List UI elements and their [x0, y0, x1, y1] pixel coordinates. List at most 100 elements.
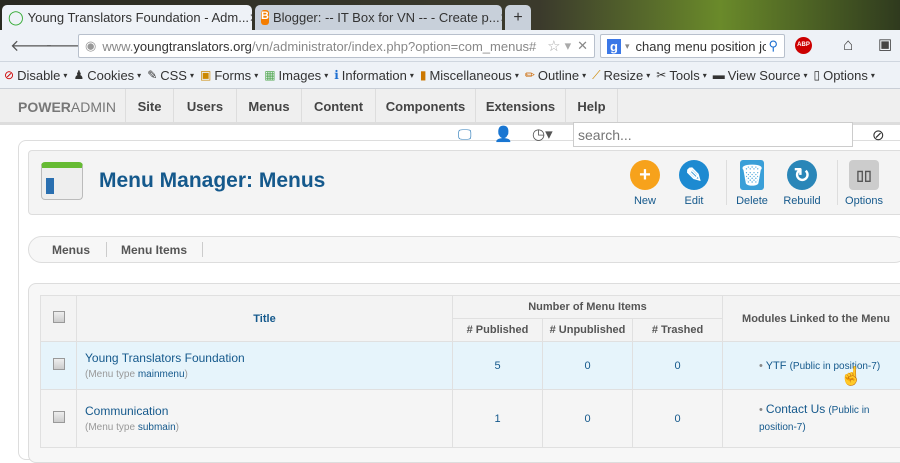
new-tab-button[interactable]: +	[505, 5, 531, 30]
tools-icon: ✂	[656, 68, 666, 82]
trashed-header: # Trashed	[633, 319, 723, 342]
search-input[interactable]: chang menu position jc	[635, 39, 766, 54]
url-domain: youngtranslators.org	[133, 39, 252, 54]
subnav-menu-items[interactable]: Menu Items	[121, 243, 187, 257]
cookie-icon: ♟	[73, 68, 84, 82]
toolbar-outline[interactable]: ✏Outline▾	[525, 68, 586, 83]
module-info: (Public in position-7)	[790, 361, 881, 372]
delete-button[interactable]: 🗑 Delete	[727, 160, 777, 207]
monitor-icon[interactable]: 🖵	[458, 126, 472, 143]
label: Disable	[17, 68, 60, 83]
menu-site[interactable]: Site	[125, 89, 173, 123]
logo-text: POWER	[18, 99, 71, 115]
trashed-count-link[interactable]: 0	[674, 413, 680, 425]
select-all-checkbox[interactable]	[53, 311, 65, 323]
url-path: /vn/administrator/index.php?option=com_m…	[252, 39, 536, 54]
options-icon: ▯▯	[849, 160, 879, 190]
menu-title-link[interactable]: Young Translators Foundation	[85, 351, 245, 365]
plus-icon: +	[630, 160, 660, 190]
toolbar-view-source[interactable]: ▬View Source▾	[713, 68, 808, 83]
source-icon: ▬	[713, 68, 725, 82]
label: New	[634, 195, 656, 207]
user-icon[interactable]: 👤	[494, 125, 513, 143]
toolbar-resize[interactable]: ⟋Resize▾	[592, 68, 650, 83]
module-name: YTF	[766, 360, 787, 372]
images-icon: ▦	[264, 68, 275, 82]
star-icon[interactable]: ☆	[547, 37, 560, 55]
blogger-icon: B	[261, 10, 269, 25]
title-header[interactable]: Title	[77, 296, 453, 342]
dropdown-icon[interactable]: ▾	[565, 38, 572, 54]
search-icon[interactable]: ⚲	[768, 38, 778, 54]
close-icon[interactable]: ✕	[500, 11, 502, 25]
toolbar-images[interactable]: ▦Images▾	[264, 68, 328, 83]
bookmark-icon[interactable]: ▣	[878, 35, 892, 53]
toolbar-cookies[interactable]: ♟Cookies▾	[73, 68, 141, 83]
published-count-link[interactable]: 5	[494, 360, 500, 372]
ruler-icon: ⟋	[592, 68, 600, 83]
label: Edit	[685, 195, 704, 207]
close-icon[interactable]: ✕	[249, 11, 252, 25]
label: Information	[342, 68, 407, 83]
page-title: Menu Manager: Menus	[99, 169, 325, 193]
hand-cursor-icon: ☝	[840, 366, 862, 387]
toolbar-forms[interactable]: ▣Forms▾	[200, 68, 258, 83]
menu-help[interactable]: Help	[565, 89, 618, 123]
toolbar-information[interactable]: ℹInformation▾	[334, 68, 414, 83]
dropdown-icon: ▾	[582, 71, 586, 80]
unpublished-count-link[interactable]: 0	[584, 360, 590, 372]
select-all-cell	[41, 296, 77, 342]
toolbar-disable[interactable]: ⊘Disable▾	[4, 68, 67, 83]
unpublished-count-link[interactable]: 0	[584, 413, 590, 425]
unpublished-header: # Unpublished	[543, 319, 633, 342]
search-bar[interactable]: g ▾ chang menu position jc ⚲	[600, 34, 785, 58]
table-row: Young Translators Foundation(Menu type m…	[41, 342, 900, 390]
divider	[837, 160, 838, 205]
toolbar-css[interactable]: ✎CSS▾	[147, 68, 194, 83]
menu-extensions[interactable]: Extensions	[475, 89, 565, 123]
label: Delete	[736, 195, 768, 207]
module-link[interactable]: Contact Us (Public in position-7)	[759, 404, 869, 433]
menus-table: Title Number of Menu Items Modules Linke…	[40, 295, 900, 448]
google-icon: g	[607, 39, 621, 54]
tab-title: Blogger: -- IT Box for VN -- - Create p.…	[273, 10, 500, 25]
menu-content[interactable]: Content	[301, 89, 375, 123]
toolbar-tools[interactable]: ✂Tools▾	[656, 68, 706, 83]
stop-icon[interactable]: ✕	[577, 38, 588, 54]
dropdown-icon: ▾	[324, 71, 328, 80]
published-count-link[interactable]: 1	[494, 413, 500, 425]
options-button[interactable]: ▯▯Options	[839, 160, 889, 207]
tab-blogger[interactable]: B Blogger: -- IT Box for VN -- - Create …	[255, 5, 502, 30]
subnav-menus[interactable]: Menus	[52, 243, 90, 257]
forms-icon: ▣	[200, 68, 211, 82]
menu-title-link[interactable]: Communication	[85, 404, 168, 418]
type-label: Menu type	[88, 422, 135, 433]
row-checkbox[interactable]	[53, 358, 65, 370]
menu-menus[interactable]: Menus	[236, 89, 301, 123]
toolbar-options[interactable]: ▯Options▾	[813, 68, 874, 83]
url-bar[interactable]: ◉ www.youngtranslators.org/vn/administra…	[78, 34, 595, 58]
module-link[interactable]: YTF (Public in position-7)	[766, 360, 880, 372]
label: Options	[823, 68, 868, 83]
admin-search-input[interactable]	[573, 122, 853, 147]
edit-button[interactable]: ✎Edit	[669, 160, 719, 207]
trash-icon: 🗑	[740, 160, 764, 190]
label: Resize	[604, 68, 644, 83]
clock-icon[interactable]: ◷▾	[532, 125, 553, 143]
home-icon[interactable]: ⌂	[843, 35, 853, 55]
new-button[interactable]: + New	[620, 160, 670, 207]
rebuild-button[interactable]: ↻Rebuild	[777, 160, 827, 207]
menu-manager-icon	[41, 162, 83, 200]
trashed-count-link[interactable]: 0	[674, 360, 680, 372]
dropdown-icon: ▾	[515, 71, 519, 80]
tab-active[interactable]: ◯ Young Translators Foundation - Adm... …	[2, 5, 252, 30]
menu-components[interactable]: Components	[375, 89, 475, 123]
adblock-icon[interactable]: ABP	[795, 37, 812, 54]
row-checkbox[interactable]	[53, 411, 65, 423]
toolbar-miscellaneous[interactable]: ▮Miscellaneous▾	[420, 68, 519, 83]
edit-check-icon[interactable]: ⊘	[872, 126, 885, 144]
dropdown-icon[interactable]: ▾	[625, 41, 630, 52]
pencil-icon: ✏	[525, 68, 535, 82]
menu-users[interactable]: Users	[173, 89, 236, 123]
css-icon: ✎	[147, 68, 157, 82]
